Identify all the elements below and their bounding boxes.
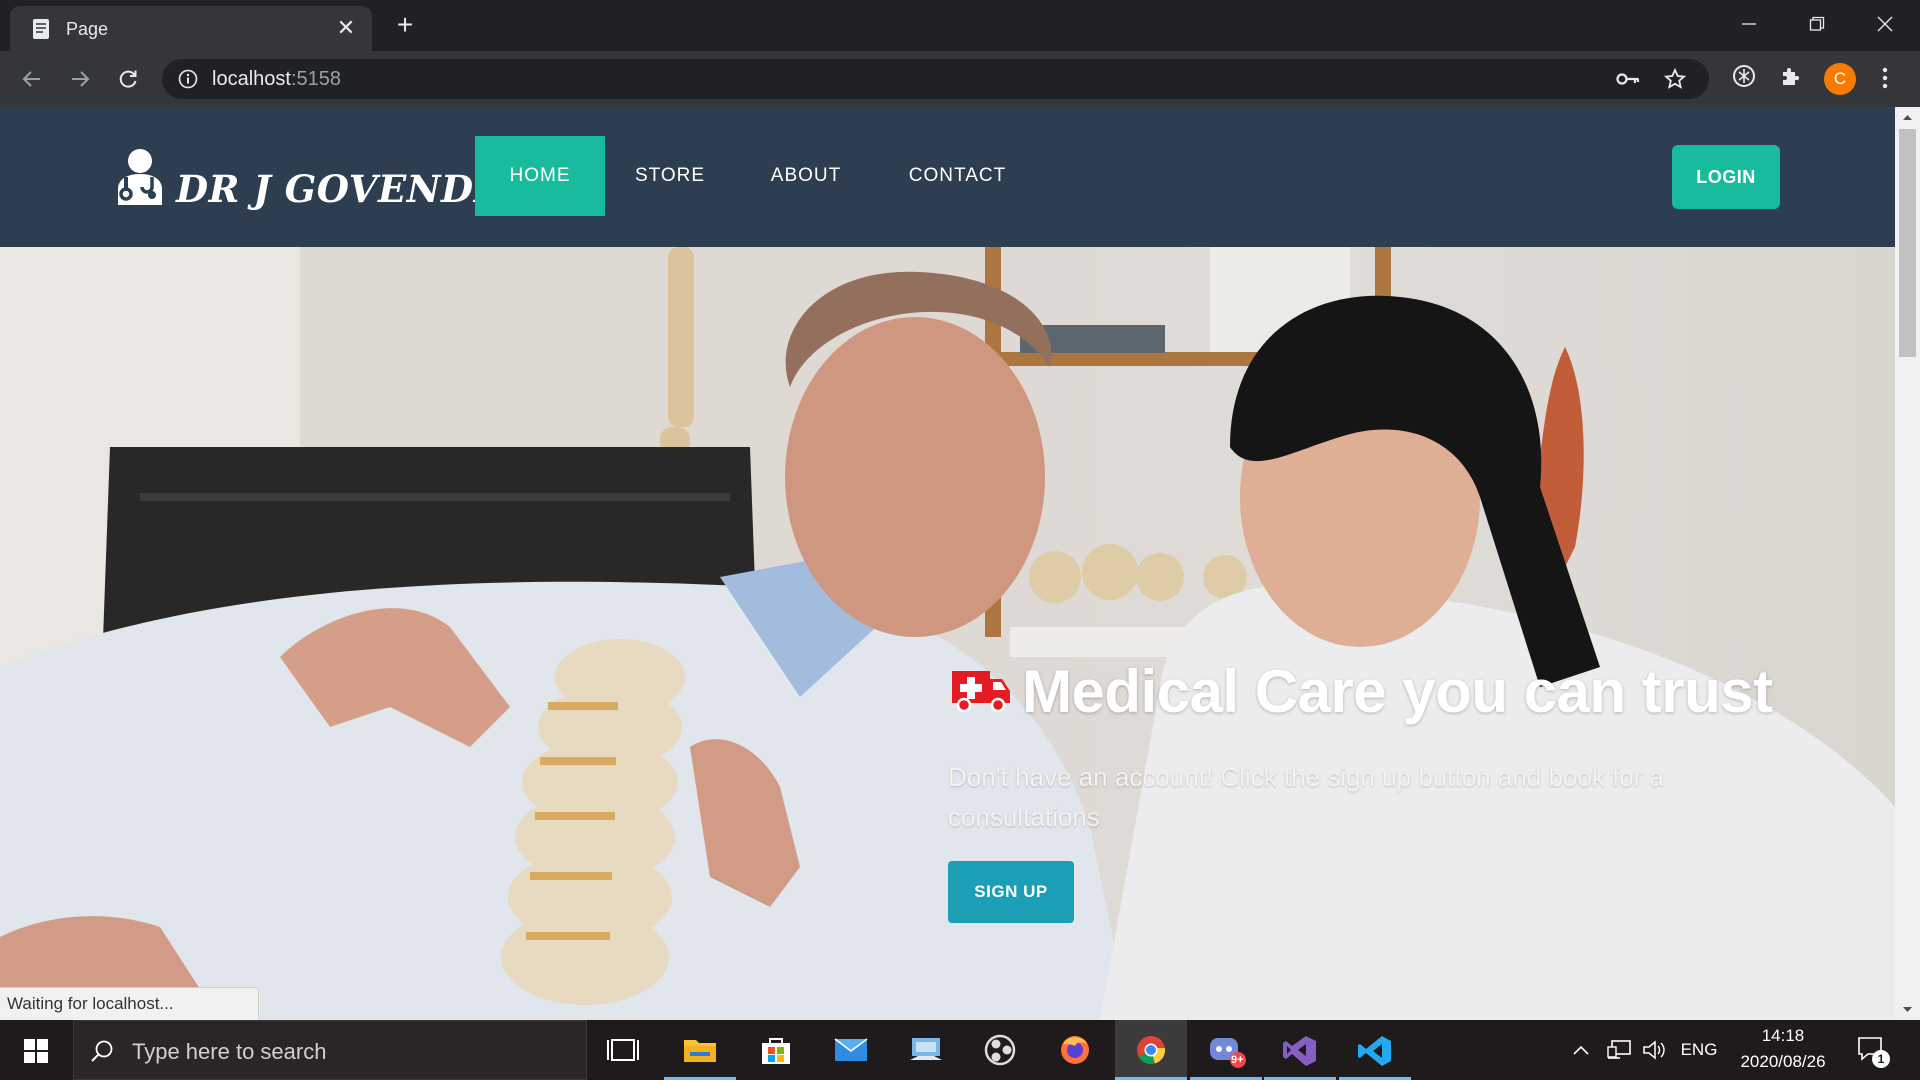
vscode-icon <box>1358 1036 1391 1066</box>
minimize-icon <box>1742 23 1756 25</box>
tab-title: Page <box>66 19 109 39</box>
browser-toolbar: localhost:5158 C <box>0 51 1920 107</box>
scroll-up-arrow-icon[interactable] <box>1895 107 1920 127</box>
taskbar-mail[interactable] <box>815 1020 887 1080</box>
page-viewport: DR J GOVENDER HOME STORE ABOUT CONTACT L… <box>0 107 1895 1020</box>
firefox-icon <box>1061 1036 1089 1064</box>
browser-tab-strip: Page ✕ + <box>0 0 1920 51</box>
window-restore-button[interactable] <box>1794 6 1840 38</box>
clock-time[interactable]: 14:18 <box>1728 1026 1838 1046</box>
nav-contact[interactable]: CONTACT <box>880 136 1035 216</box>
extensions-puzzle-icon[interactable] <box>1780 65 1802 87</box>
browser-tab[interactable]: Page ✕ <box>10 6 372 51</box>
forward-button[interactable] <box>64 63 96 95</box>
profile-avatar[interactable]: C <box>1824 63 1856 95</box>
restore-icon <box>1809 16 1825 31</box>
task-view-button[interactable] <box>588 1020 660 1080</box>
arrow-left-icon <box>22 71 40 87</box>
store-bag-icon <box>762 1038 790 1064</box>
chevron-up-icon[interactable] <box>1572 1044 1590 1056</box>
key-icon[interactable] <box>1616 69 1640 89</box>
hero-subtitle: Don't have an account! Click the sign up… <box>948 762 1665 832</box>
discord-badge: 9+ <box>1231 1054 1244 1066</box>
search-placeholder: Type here to search <box>132 1039 327 1064</box>
nav-home[interactable]: HOME <box>475 136 605 216</box>
url-text: localhost:5158 <box>212 68 341 90</box>
star-icon[interactable] <box>1664 68 1686 90</box>
tab-close-icon[interactable]: ✕ <box>334 16 358 40</box>
doctor-logo-icon <box>118 149 162 205</box>
language-indicator[interactable]: ENG <box>1676 1040 1722 1060</box>
extension-shield-icon[interactable] <box>1732 64 1756 88</box>
page-scrollbar[interactable] <box>1895 107 1920 1020</box>
reload-button[interactable] <box>112 63 144 95</box>
windows-taskbar: Type here to search 9+ ENG 14:18 2020/08… <box>0 1020 1920 1080</box>
windows-logo-icon <box>24 1039 48 1063</box>
login-button[interactable]: LOGIN <box>1672 145 1780 209</box>
clock-date[interactable]: 2020/08/26 <box>1728 1052 1838 1072</box>
scroll-thumb[interactable] <box>1899 129 1916 357</box>
network-icon[interactable] <box>1606 1038 1632 1062</box>
taskbar-discord[interactable]: 9+ <box>1190 1020 1262 1080</box>
hero-title: Medical Care you can trust <box>1022 658 1773 725</box>
chrome-icon <box>1137 1036 1166 1065</box>
taskbar-visual-studio[interactable] <box>1264 1020 1336 1080</box>
taskbar-store[interactable] <box>740 1020 812 1080</box>
obs-icon <box>984 1034 1016 1066</box>
reload-icon <box>119 70 137 88</box>
task-view-icon <box>607 1039 639 1061</box>
close-icon <box>1877 16 1893 32</box>
site-navbar: DR J GOVENDER HOME STORE ABOUT CONTACT L… <box>0 107 1895 247</box>
remote-desktop-icon <box>910 1038 942 1060</box>
search-icon <box>91 1040 113 1062</box>
arrow-right-icon <box>72 71 90 87</box>
page-favicon-icon <box>33 19 49 39</box>
taskbar-chrome[interactable] <box>1115 1020 1187 1080</box>
taskbar-vscode[interactable] <box>1339 1020 1411 1080</box>
action-center-button[interactable]: 1 <box>1856 1034 1896 1068</box>
taskbar-file-explorer[interactable] <box>664 1020 736 1080</box>
back-button[interactable] <box>16 63 48 95</box>
info-icon[interactable] <box>178 69 198 89</box>
browser-status-bubble: Waiting for localhost... <box>0 987 259 1020</box>
taskbar-firefox[interactable] <box>1039 1020 1111 1080</box>
ambulance-icon <box>952 671 1010 713</box>
hero-section: Medical Care you can trust Don't have an… <box>0 247 1895 1020</box>
address-bar[interactable]: localhost:5158 <box>162 59 1709 99</box>
volume-icon[interactable] <box>1642 1039 1666 1061</box>
scroll-down-arrow-icon[interactable] <box>1895 1000 1920 1020</box>
visual-studio-icon <box>1283 1036 1316 1066</box>
nav-store[interactable]: STORE <box>610 136 730 216</box>
start-button[interactable] <box>0 1020 72 1080</box>
more-menu-icon[interactable] <box>1880 67 1890 89</box>
folder-icon <box>684 1040 716 1062</box>
notification-count: 1 <box>1872 1050 1890 1068</box>
taskbar-obs[interactable] <box>964 1020 1036 1080</box>
taskbar-remote-desktop[interactable] <box>890 1020 962 1080</box>
window-minimize-button[interactable] <box>1726 6 1772 38</box>
signup-button[interactable]: SIGN UP <box>948 861 1074 923</box>
taskbar-search-box[interactable]: Type here to search <box>73 1020 587 1080</box>
new-tab-icon[interactable]: + <box>392 10 418 40</box>
nav-about[interactable]: ABOUT <box>742 136 870 216</box>
mail-icon <box>834 1038 868 1061</box>
window-close-button[interactable] <box>1862 6 1908 38</box>
